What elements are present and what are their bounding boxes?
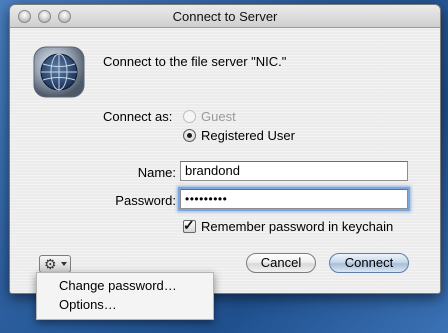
name-label: Name: [137,165,176,180]
guest-radio-label: Guest [201,109,236,124]
checkmark-icon: ✓ [183,217,195,233]
menu-item-options[interactable]: Options… [59,297,117,312]
title-bar: Connect to Server [10,5,440,28]
guest-radio[interactable] [183,110,196,123]
connect-message: Connect to the file server "NIC." [103,54,287,69]
name-field[interactable]: brandond [180,161,408,181]
cancel-button[interactable]: Cancel [246,253,316,273]
connect-to-server-window: Connect to Server Connect to the file se… [9,4,441,294]
window-title: Connect to Server [172,9,278,24]
menu-item-change-password[interactable]: Change password… [59,278,177,293]
action-dropdown-menu: Change password… Options… [36,272,214,320]
gear-icon: ⚙ [44,256,57,272]
connect-as-label: Connect as: [103,109,173,124]
action-menu-button[interactable]: ⚙ [39,255,71,273]
connect-button[interactable]: Connect [329,253,409,273]
password-label: Password: [115,193,176,208]
remember-password-checkbox[interactable]: ✓ [183,217,196,233]
registered-user-radio-label: Registered User [201,128,295,143]
chevron-down-icon [61,262,67,266]
file-server-globe-icon [33,46,85,98]
password-field[interactable]: ••••••••• [180,189,408,209]
remember-password-label: Remember password in keychain [201,219,394,234]
registered-user-radio[interactable] [183,129,196,142]
